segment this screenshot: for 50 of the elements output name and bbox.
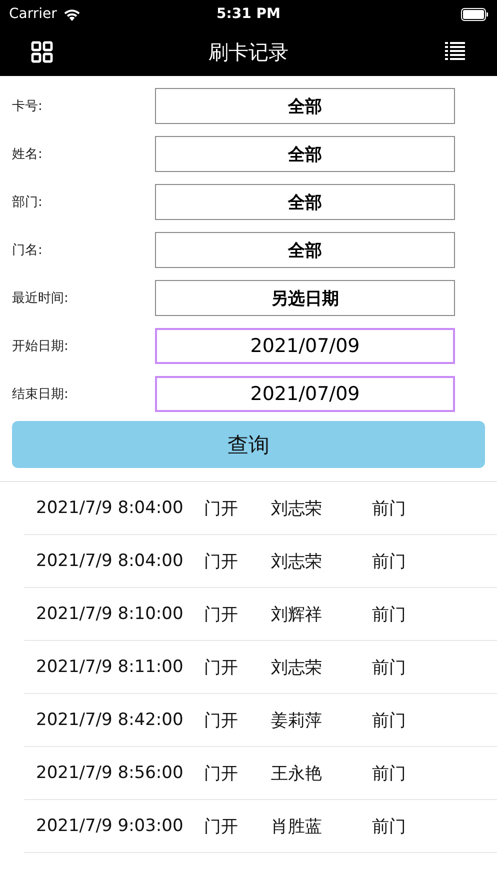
field-label: 最近时间: — [12, 290, 70, 307]
record-event: 门开 — [204, 656, 239, 678]
field-label: 门名: — [12, 242, 44, 259]
record-door: 前门 — [372, 498, 406, 520]
record-door: 前门 — [372, 656, 406, 678]
record-name: 刘辉祥 — [271, 604, 323, 626]
select-field[interactable]: 全部 — [155, 232, 455, 268]
record-name: 刘志荣 — [271, 656, 323, 678]
field-label: 部门: — [12, 194, 44, 211]
record-door: 前门 — [372, 710, 406, 732]
record-event: 门开 — [204, 604, 239, 626]
date-field[interactable]: 2021/07/09 — [155, 376, 455, 412]
record-name: 王永艳 — [271, 762, 323, 784]
record-door: 前门 — [372, 604, 406, 626]
list-icon[interactable] — [445, 41, 465, 63]
record-event: 门开 — [204, 550, 239, 572]
field-label: 开始日期: — [12, 338, 70, 355]
record-name: 肖胜蓝 — [271, 816, 323, 838]
record-door: 前门 — [372, 816, 406, 838]
record-door: 前门 — [372, 762, 406, 784]
record-name: 刘志荣 — [271, 498, 323, 520]
carrier-label: Carrier — [9, 6, 57, 22]
date-field[interactable]: 2021/07/09 — [155, 328, 455, 364]
record-time: 2021/7/9 8:04:00 — [35, 498, 184, 518]
query-button[interactable]: 查询 — [12, 421, 485, 468]
record-time: 2021/7/9 8:11:00 — [35, 657, 184, 677]
select-field[interactable]: 全部 — [155, 136, 455, 172]
record-name: 姜莉萍 — [271, 710, 323, 732]
select-field[interactable]: 全部 — [155, 184, 455, 220]
record-event: 门开 — [204, 762, 239, 784]
record-event: 门开 — [204, 816, 239, 838]
clock-time: 5:31 PM — [216, 6, 280, 22]
select-field[interactable]: 全部 — [155, 88, 455, 124]
record-time: 2021/7/9 8:56:00 — [35, 763, 184, 783]
record-event: 门开 — [204, 710, 239, 732]
field-label: 结束日期: — [12, 386, 70, 403]
record-event: 门开 — [204, 498, 239, 520]
record-door: 前门 — [372, 550, 406, 572]
field-label: 卡号: — [12, 98, 44, 115]
record-time: 2021/7/9 8:42:00 — [35, 710, 184, 730]
battery-icon — [461, 8, 489, 20]
record-time: 2021/7/9 8:04:00 — [35, 551, 184, 571]
select-field[interactable]: 另选日期 — [155, 280, 455, 316]
field-label: 姓名: — [12, 146, 44, 163]
record-time: 2021/7/9 9:03:00 — [35, 816, 184, 836]
record-time: 2021/7/9 8:10:00 — [35, 604, 184, 624]
wifi-icon — [62, 8, 81, 20]
grid-icon[interactable] — [31, 41, 53, 63]
page-title: 刷卡记录 — [208, 38, 288, 66]
record-name: 刘志荣 — [271, 550, 323, 572]
